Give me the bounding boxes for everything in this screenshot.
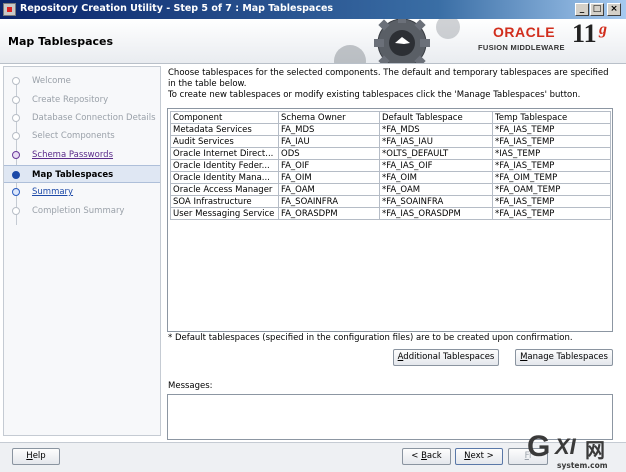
cell-default-tablespace[interactable]: *FA_SOAINFRA [379,195,493,208]
cell-temp-tablespace[interactable]: *FA_IAS_TEMP [492,135,611,148]
column-header-default-tablespace[interactable]: Default Tablespace [379,111,493,124]
table-row[interactable]: Oracle Identity Mana... FA_OIM *FA_OIM *… [170,171,611,184]
cell-schema-owner: FA_OIM [278,171,380,184]
step-indicator-icon [12,96,20,104]
additional-tablespaces-button[interactable]: Additional Tablespaces [393,349,499,366]
nav-step-summary[interactable]: Summary [4,184,160,200]
cell-component: User Messaging Service [170,207,279,220]
close-icon[interactable]: × [607,3,621,16]
next-button[interactable]: Next > [455,448,503,465]
cell-component: Oracle Identity Feder... [170,159,279,172]
button-label: elp [32,451,46,461]
manage-tablespaces-button[interactable]: Manage Tablespaces [515,349,613,366]
button-label: anage Tablespaces [527,352,608,362]
version-number: 11 [572,19,597,48]
nav-step-database-connection-details: Database Connection Details [4,110,160,126]
instructions-text-2: To create new tablespaces or modify exis… [168,90,581,100]
cell-default-tablespace[interactable]: *OLTS_DEFAULT [379,147,493,160]
watermark-net: 网 [585,438,605,462]
step-indicator-icon [12,207,20,215]
nav-step-welcome: Welcome [4,73,160,89]
table-row[interactable]: User Messaging Service FA_ORASDPM *FA_IA… [170,207,611,220]
step-indicator-icon [12,151,20,159]
maximize-icon[interactable]: □ [590,3,604,16]
button-label: ext > [470,451,494,461]
step-indicator-icon [12,77,20,85]
step-indicator-icon [12,114,20,122]
app-icon [3,3,16,16]
cell-default-tablespace[interactable]: *FA_IAS_IAU [379,135,493,148]
cell-schema-owner: FA_ORASDPM [278,207,380,220]
page-title: Map Tablespaces [8,35,114,48]
cell-temp-tablespace[interactable]: *FA_OAM_TEMP [492,183,611,196]
step-indicator-icon [12,132,20,140]
tablespace-table[interactable]: Component Schema Owner Default Tablespac… [167,108,613,332]
step-indicator-icon [12,171,20,179]
cell-schema-owner: FA_MDS [278,123,380,136]
cell-component: Audit Services [170,135,279,148]
help-button[interactable]: Help [12,448,60,465]
cell-temp-tablespace[interactable]: *FA_IAS_TEMP [492,195,611,208]
table-header-row: Component Schema Owner Default Tablespac… [170,111,611,124]
nav-step-select-components: Select Components [4,128,160,144]
window-titlebar[interactable]: Repository Creation Utility - Step 5 of … [0,0,626,19]
cell-component: Oracle Identity Mana... [170,171,279,184]
cell-schema-owner: FA_OIF [278,159,380,172]
instructions-text: Choose tablespaces for the selected comp… [168,68,609,89]
button-label: ack [426,451,442,461]
watermark-url: system.com [557,461,608,470]
fusion-middleware-logo: FUSION MIDDLEWARE [478,43,565,52]
table-row[interactable]: Audit Services FA_IAU *FA_IAS_IAU *FA_IA… [170,135,611,148]
gear-icon [334,19,460,63]
nav-step-completion-summary: Completion Summary [4,203,160,219]
cell-component: Oracle Internet Direct... [170,147,279,160]
cell-temp-tablespace[interactable]: *FA_OIM_TEMP [492,171,611,184]
back-button[interactable]: < Back [402,448,451,465]
cell-schema-owner: FA_OAM [278,183,380,196]
watermark-xi: XI [555,434,576,459]
default-tablespaces-note: * Default tablespaces (specified in the … [168,333,573,343]
messages-label: Messages: [168,381,213,391]
table-row[interactable]: Metadata Services FA_MDS *FA_MDS *FA_IAS… [170,123,611,136]
page-header: Map Tablespaces ORACLE FUSION MIDDLEWARE… [0,19,626,64]
table-row[interactable]: Oracle Identity Feder... FA_OIF *FA_IAS_… [170,159,611,172]
nav-step-schema-passwords[interactable]: Schema Passwords [4,147,160,163]
oracle-logo: ORACLE [493,24,556,40]
window-title: Repository Creation Utility - Step 5 of … [20,3,334,14]
cell-default-tablespace[interactable]: *FA_IAS_ORASDPM [379,207,493,220]
nav-step-create-repository: Create Repository [4,92,160,108]
table-row[interactable]: Oracle Internet Direct... ODS *OLTS_DEFA… [170,147,611,160]
cell-default-tablespace[interactable]: *FA_OAM [379,183,493,196]
cell-temp-tablespace[interactable]: *FA_IAS_TEMP [492,159,611,172]
cell-default-tablespace[interactable]: *FA_IAS_OIF [379,159,493,172]
cell-default-tablespace[interactable]: *FA_MDS [379,123,493,136]
version-letter: g [599,21,607,38]
table-row[interactable]: SOA Infrastructure FA_SOAINFRA *FA_SOAIN… [170,195,611,208]
step-indicator-icon [12,188,20,196]
button-label-prefix: < [411,451,422,461]
cell-default-tablespace[interactable]: *FA_OIM [379,171,493,184]
minimize-icon[interactable]: _ [575,3,589,16]
column-header-temp-tablespace[interactable]: Temp Tablespace [492,111,611,124]
button-label: dditional Tablespaces [403,352,495,362]
cell-temp-tablespace[interactable]: *IAS_TEMP [492,147,611,160]
column-header-component[interactable]: Component [170,111,279,124]
watermark-logo: G XI 网 system.com [525,428,626,472]
nav-step-map-tablespaces: Map Tablespaces [4,165,160,183]
cell-temp-tablespace[interactable]: *FA_IAS_TEMP [492,123,611,136]
cell-component: Oracle Access Manager [170,183,279,196]
cell-schema-owner: FA_SOAINFRA [278,195,380,208]
column-header-schema-owner[interactable]: Schema Owner [278,111,380,124]
watermark-g: G [527,430,551,463]
wizard-steps-nav: Welcome Create Repository Database Conne… [3,66,161,436]
table-row[interactable]: Oracle Access Manager FA_OAM *FA_OAM *FA… [170,183,611,196]
cell-temp-tablespace[interactable]: *FA_IAS_TEMP [492,207,611,220]
cell-component: Metadata Services [170,123,279,136]
cell-schema-owner: ODS [278,147,380,160]
instructions: Choose tablespaces for the selected comp… [168,68,613,101]
cell-schema-owner: FA_IAU [278,135,380,148]
cell-component: SOA Infrastructure [170,195,279,208]
